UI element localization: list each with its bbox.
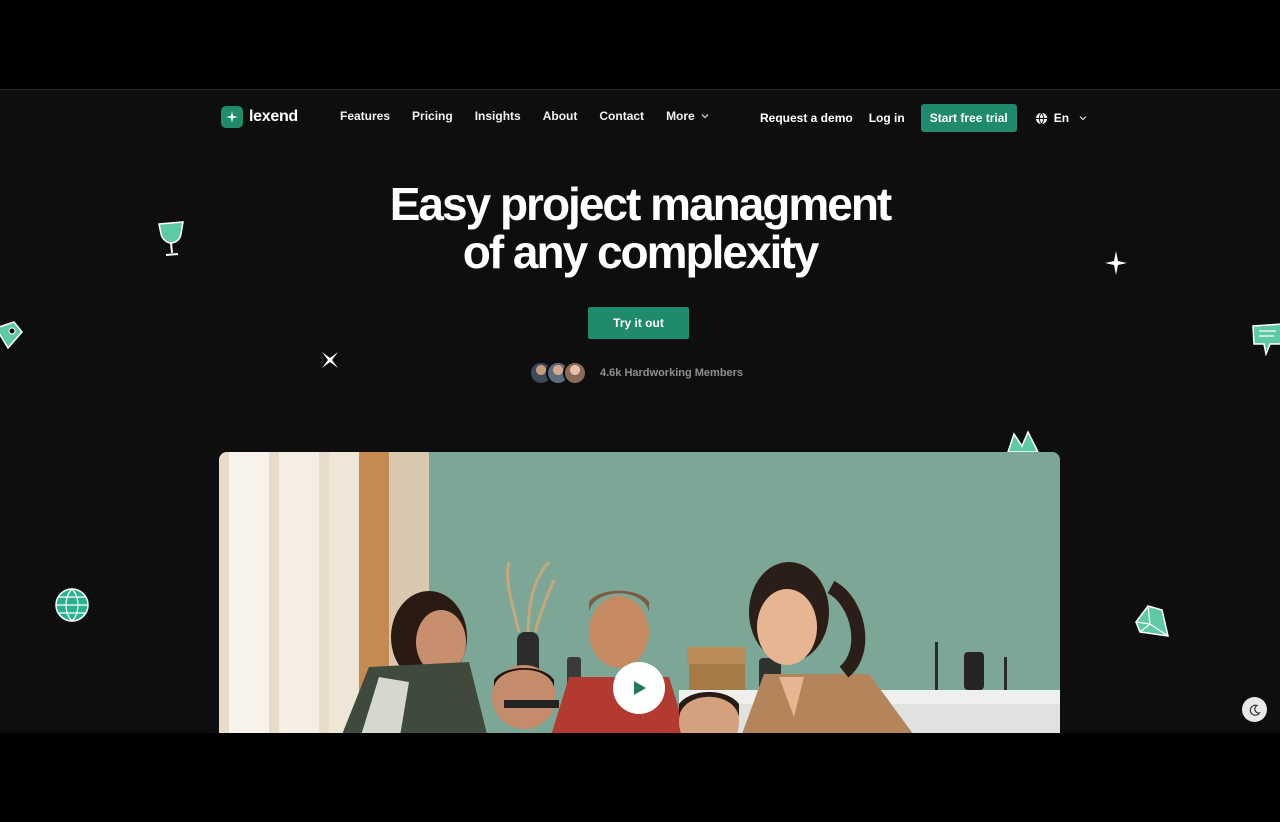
- members-social-proof: 4.6k Hardworking Members: [529, 361, 743, 385]
- page: lexend Features Pricing Insights About C…: [0, 89, 1280, 733]
- hero-title: Easy project managment of any complexity: [0, 180, 1280, 276]
- moon-icon: [1249, 704, 1261, 716]
- hero-title-line2: of any complexity: [462, 226, 820, 278]
- play-video-button[interactable]: [613, 662, 665, 714]
- nav-link-pricing[interactable]: Pricing: [412, 109, 453, 123]
- language-selector[interactable]: En: [1035, 111, 1087, 125]
- request-demo-link[interactable]: Request a demo: [760, 111, 853, 125]
- brand-name: lexend: [249, 108, 298, 125]
- brand-logo[interactable]: lexend: [221, 106, 298, 128]
- gem-icon: [1135, 605, 1169, 637]
- globe-icon: [1035, 112, 1047, 124]
- play-icon: [634, 681, 646, 695]
- trophy-icon: [158, 221, 184, 256]
- start-free-trial-button[interactable]: Start free trial: [920, 104, 1017, 132]
- nav-link-features[interactable]: Features: [340, 109, 390, 123]
- globe-icon: [55, 588, 89, 622]
- crown-icon: [1006, 430, 1040, 453]
- try-it-out-button[interactable]: Try it out: [588, 307, 689, 339]
- nav-link-insights[interactable]: Insights: [475, 109, 521, 123]
- chevron-down-icon: [1079, 116, 1087, 121]
- chat-bubble-icon: [1252, 323, 1280, 356]
- main-menu: Features Pricing Insights About Contact …: [340, 109, 709, 123]
- top-navigation: lexend Features Pricing Insights About C…: [0, 90, 1280, 146]
- sparkle-icon: [1105, 251, 1127, 275]
- hero-title-line1: Easy project managment: [389, 178, 893, 230]
- nav-actions: Request a demo Log in Start free trial E…: [760, 104, 1087, 132]
- chevron-down-icon: [701, 114, 709, 119]
- logo-mark-icon: [221, 106, 243, 128]
- language-label: En: [1053, 111, 1070, 125]
- nav-link-about[interactable]: About: [543, 109, 578, 123]
- theme-toggle-button[interactable]: [1242, 697, 1267, 722]
- avatar: [563, 361, 587, 385]
- sparkle-icon: [322, 352, 338, 368]
- nav-more-dropdown[interactable]: More: [666, 109, 709, 123]
- login-link[interactable]: Log in: [869, 111, 905, 125]
- nav-more-label: More: [666, 109, 695, 123]
- members-count-text: 4.6k Hardworking Members: [600, 367, 744, 379]
- tag-icon: [0, 321, 23, 350]
- nav-link-contact[interactable]: Contact: [599, 109, 644, 123]
- hero-video-thumbnail[interactable]: [219, 452, 1060, 733]
